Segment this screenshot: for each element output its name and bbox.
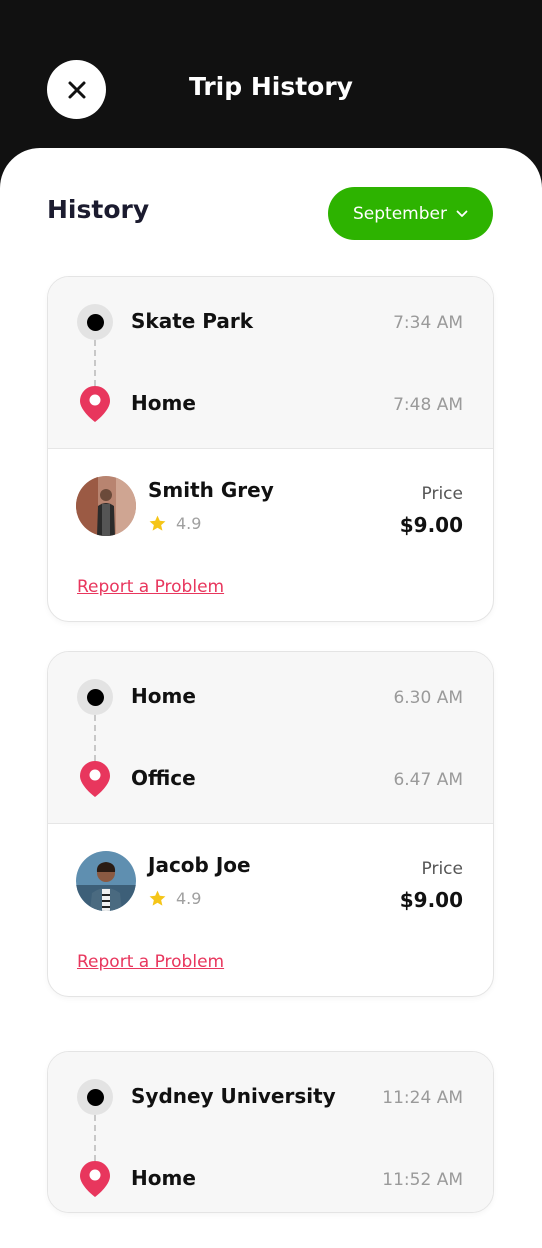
driver-avatar — [76, 476, 136, 536]
dropoff-time: 11:52 AM — [382, 1170, 463, 1190]
origin-dot-icon — [77, 304, 113, 340]
driver-rating: 4.9 — [176, 889, 202, 908]
section-title: History — [47, 195, 150, 224]
location-pin-icon — [80, 761, 110, 797]
month-filter-label: September — [353, 203, 447, 224]
route-line — [94, 340, 96, 386]
report-problem-link[interactable]: Report a Problem — [77, 952, 224, 972]
route-line — [94, 715, 96, 761]
trip-route: Sydney University 11:24 AM Home 11:52 AM — [48, 1052, 493, 1212]
trip-card[interactable]: Sydney University 11:24 AM Home 11:52 AM — [47, 1051, 494, 1213]
driver-name: Smith Grey — [148, 478, 274, 502]
pickup-time: 7:34 AM — [393, 313, 463, 333]
dropoff-location: Office — [131, 766, 196, 790]
pickup-location: Sydney University — [131, 1084, 336, 1108]
trip-price: $9.00 — [399, 513, 463, 537]
pickup-location: Home — [131, 684, 196, 708]
driver-info: Smith Grey 4.9 Price $9.00 Report a Prob… — [48, 449, 493, 621]
driver-avatar — [76, 851, 136, 911]
chevron-down-icon — [456, 210, 468, 217]
trip-card[interactable]: Skate Park 7:34 AM Home 7:48 AM Smith Gr… — [47, 276, 494, 622]
dropoff-location: Home — [131, 391, 196, 415]
location-pin-icon — [80, 386, 110, 422]
driver-rating: 4.9 — [176, 514, 202, 533]
origin-dot-icon — [77, 1079, 113, 1115]
month-filter-dropdown[interactable]: September — [328, 187, 493, 240]
star-icon — [149, 515, 166, 531]
pickup-time: 11:24 AM — [382, 1088, 463, 1108]
trip-route: Home 6.30 AM Office 6.47 AM — [48, 652, 493, 824]
trip-price: $9.00 — [399, 888, 463, 912]
dropoff-time: 6.47 AM — [393, 770, 463, 790]
page-title: Trip History — [189, 72, 353, 101]
star-icon — [149, 890, 166, 906]
origin-dot-icon — [77, 679, 113, 715]
driver-info: Jacob Joe 4.9 Price $9.00 Report a Probl… — [48, 824, 493, 996]
driver-name: Jacob Joe — [148, 853, 251, 877]
dropoff-location: Home — [131, 1166, 196, 1190]
route-line — [94, 1115, 96, 1161]
trip-route: Skate Park 7:34 AM Home 7:48 AM — [48, 277, 493, 449]
report-problem-link[interactable]: Report a Problem — [77, 577, 224, 597]
pickup-time: 6.30 AM — [393, 688, 463, 708]
trip-card[interactable]: Home 6.30 AM Office 6.47 AM Jacob Joe 4.… — [47, 651, 494, 997]
location-pin-icon — [80, 1161, 110, 1197]
price-label: Price — [421, 484, 463, 504]
price-label: Price — [421, 859, 463, 879]
dropoff-time: 7:48 AM — [393, 395, 463, 415]
pickup-location: Skate Park — [131, 309, 254, 333]
